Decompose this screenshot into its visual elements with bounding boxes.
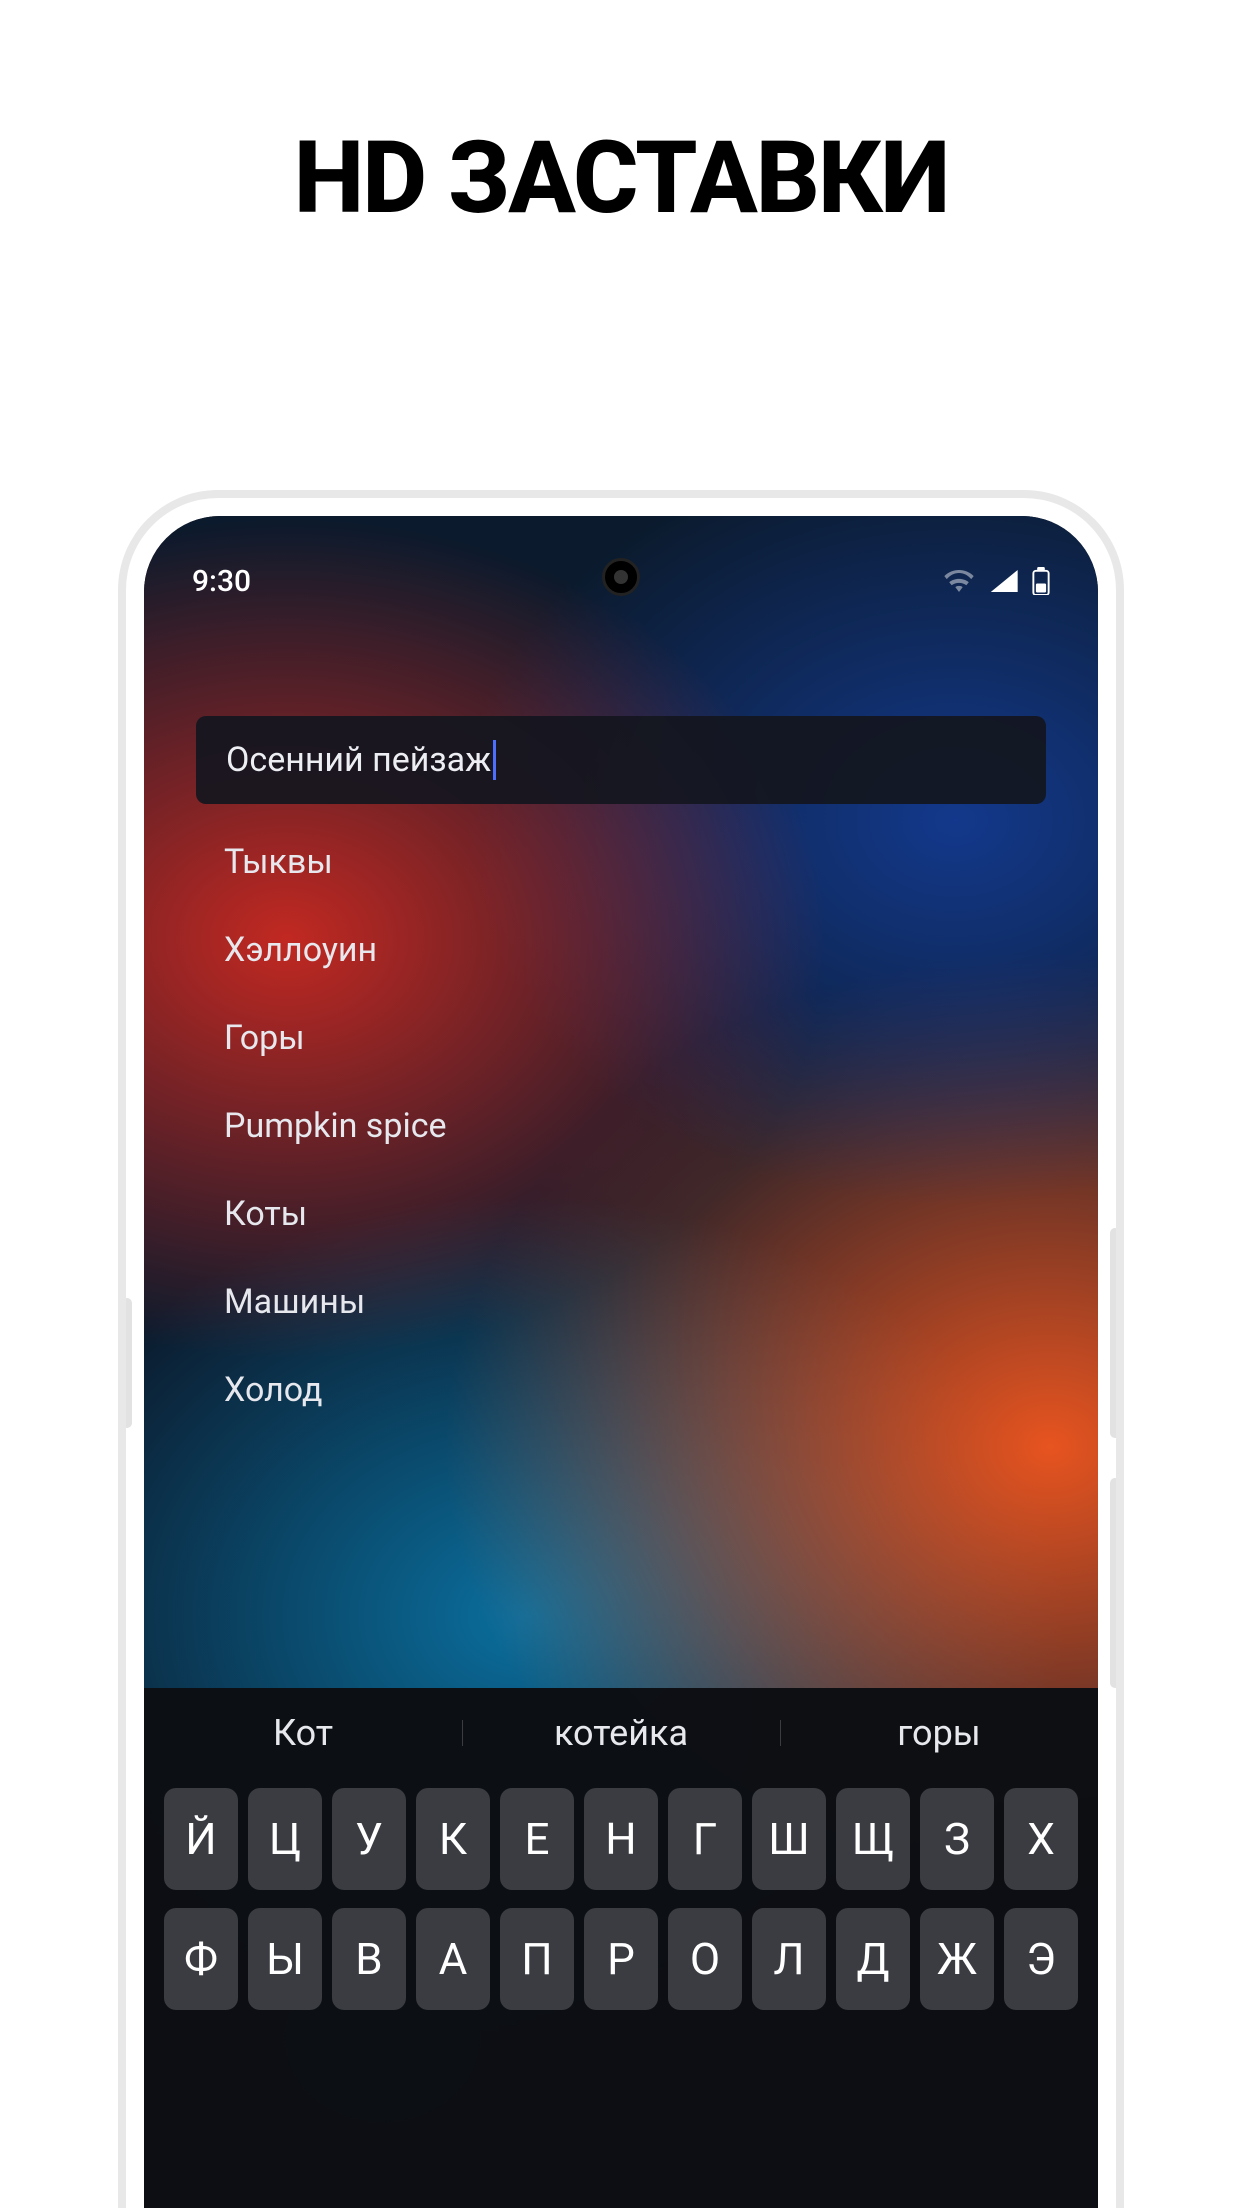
key[interactable]: О [668,1908,742,2010]
suggestion-item[interactable]: Коты [224,1194,1018,1234]
key[interactable]: Д [836,1908,910,2010]
text-cursor [493,740,496,780]
suggestion-item[interactable]: Машины [224,1282,1018,1322]
volume-up-button [1110,1228,1120,1438]
key[interactable]: В [332,1908,406,2010]
suggestion-item[interactable]: Pumpkin spice [224,1106,1018,1146]
key[interactable]: Ж [920,1908,994,2010]
battery-icon [1032,567,1050,595]
status-icons [944,567,1050,595]
key[interactable]: Ц [248,1788,322,1890]
suggestion-item[interactable]: Холод [224,1370,1018,1410]
keyboard-predictions: Кот котейка горы [144,1688,1098,1778]
key[interactable]: З [920,1788,994,1890]
key[interactable]: Ф [164,1908,238,2010]
keyboard-rows: Й Ц У К Е Н Г Ш Щ З Х Ф Ы В А П [144,1778,1098,2208]
key[interactable]: Э [1004,1908,1078,2010]
phone-bezel: 9:30 [144,516,1098,2208]
wifi-icon [944,570,974,592]
status-bar: 9:30 [144,556,1098,606]
key[interactable]: Й [164,1788,238,1890]
suggestion-item[interactable]: Горы [224,1018,1018,1058]
prediction-item[interactable]: горы [780,1712,1098,1754]
key[interactable]: Х [1004,1788,1078,1890]
key[interactable]: Ы [248,1908,322,2010]
key[interactable]: Ш [752,1788,826,1890]
software-keyboard: Кот котейка горы Й Ц У К Е Н Г Ш Щ З Х [144,1688,1098,2208]
key[interactable]: Щ [836,1788,910,1890]
status-time: 9:30 [192,564,251,599]
search-value: Осенний пейзаж [226,740,491,780]
key[interactable]: П [500,1908,574,2010]
key[interactable]: Г [668,1788,742,1890]
phone-frame: 9:30 [118,490,1124,2208]
prediction-item[interactable]: котейка [462,1712,780,1754]
key[interactable]: Л [752,1908,826,2010]
search-input[interactable]: Осенний пейзаж [196,716,1046,804]
suggestion-item[interactable]: Тыквы [224,842,1018,882]
keyboard-row-1: Й Ц У К Е Н Г Ш Щ З Х [158,1788,1084,1890]
key[interactable]: Н [584,1788,658,1890]
key[interactable]: К [416,1788,490,1890]
key[interactable]: Е [500,1788,574,1890]
key[interactable]: А [416,1908,490,2010]
key[interactable]: У [332,1788,406,1890]
search-suggestions: Тыквы Хэллоуин Горы Pumpkin spice Коты М… [224,842,1018,1410]
suggestion-item[interactable]: Хэллоуин [224,930,1018,970]
prediction-item[interactable]: Кот [144,1712,462,1754]
volume-down-button [1110,1478,1120,1688]
signal-icon [988,570,1018,592]
keyboard-row-2: Ф Ы В А П Р О Л Д Ж Э [158,1908,1084,2010]
power-button [122,1298,132,1428]
promo-headline: HD ЗАСТАВКИ [0,120,1242,237]
key[interactable]: Р [584,1908,658,2010]
